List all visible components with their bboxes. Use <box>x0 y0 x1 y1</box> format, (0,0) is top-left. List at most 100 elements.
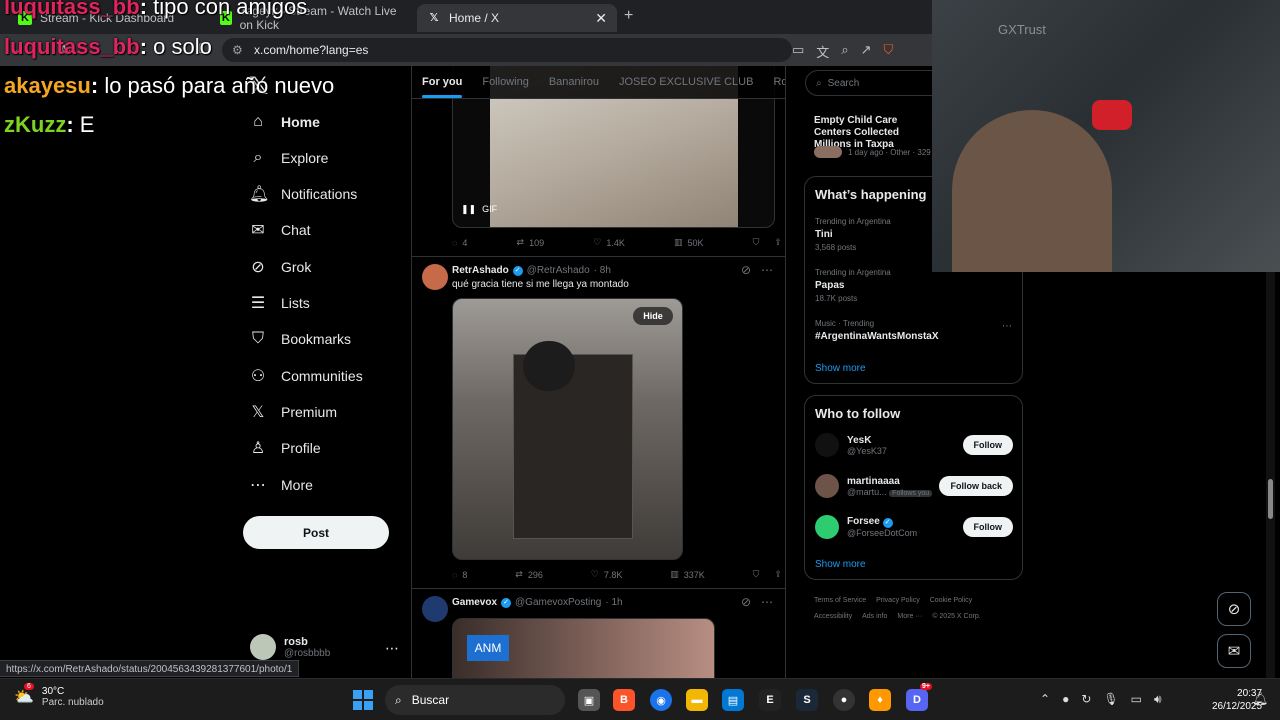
tweet-photo[interactable]: Hide <box>452 298 683 560</box>
grok-fab[interactable]: ⊘ <box>1217 592 1251 626</box>
footer-link[interactable]: Terms of Service <box>814 597 866 604</box>
author-handle[interactable]: @GamevoxPosting <box>515 597 601 608</box>
views-button[interactable]: ▥ 50K <box>674 237 704 248</box>
like-button[interactable]: ♡ 7.8K <box>591 569 623 580</box>
url-field[interactable]: ⚙ x.com/home?lang=es <box>222 38 792 62</box>
scrollbar-thumb[interactable] <box>1268 479 1273 519</box>
nav-lists[interactable]: ☰ Lists <box>249 292 310 314</box>
brave-icon[interactable]: B <box>613 689 635 711</box>
follow-button[interactable]: Follow <box>962 435 1013 455</box>
footer-link[interactable]: Accessibility <box>814 613 852 620</box>
start-button[interactable] <box>353 690 373 710</box>
footer-link[interactable]: Ads info <box>862 613 887 620</box>
nav-communities[interactable]: ⚇ Communities <box>249 365 363 387</box>
nav-explore[interactable]: ⌕ Explore <box>249 147 329 169</box>
tab-joseo[interactable]: JOSEO EXCLUSIVE CLUB <box>609 66 764 98</box>
discord-icon[interactable]: D 9+ <box>906 683 932 711</box>
footer-link[interactable]: More ··· <box>897 613 922 620</box>
network-icon[interactable]: ▭ <box>1131 692 1142 707</box>
taskbar-search[interactable]: ⌕ Buscar <box>385 685 565 715</box>
more-icon[interactable]: ⋯ <box>1002 321 1012 332</box>
grok-icon[interactable]: ⊘ <box>741 263 751 277</box>
translate-icon[interactable]: 文 <box>816 42 829 61</box>
tweet-photo[interactable]: ANM <box>452 618 715 678</box>
file-explorer-icon[interactable]: ▬ <box>686 689 708 711</box>
views-button[interactable]: ▥ 337K <box>670 569 705 580</box>
share-icon[interactable]: ⇪ <box>774 237 782 248</box>
share-icon[interactable]: ⇪ <box>774 569 782 580</box>
messages-fab[interactable]: ✉ <box>1217 634 1251 668</box>
bookmark-icon[interactable]: ⛉ <box>753 237 760 248</box>
nav-premium[interactable]: 𝕏 Premium <box>249 401 337 423</box>
chrome-icon[interactable]: ◉ <box>650 689 672 711</box>
chevron-up-icon[interactable]: ⌃ <box>1040 692 1050 707</box>
search-input[interactable]: ⌕ Search <box>805 70 945 96</box>
bookmark-icon[interactable]: ⛉ <box>753 569 760 580</box>
task-view-icon[interactable]: ▣ <box>578 689 600 711</box>
weather-widget[interactable]: ⛅ 6 30°C Parc. nublado <box>14 683 104 708</box>
follow-suggestion[interactable]: YesK @YesK37 Follow <box>815 433 1013 457</box>
nav-home[interactable]: ⌂ Home <box>249 111 320 133</box>
steam-icon[interactable]: S <box>796 689 818 711</box>
follow-suggestion[interactable]: Forsee ✓ @ForseeDotCom Follow <box>815 515 1013 539</box>
hide-button[interactable]: Hide <box>633 307 673 325</box>
follow-button[interactable]: Follow <box>962 517 1013 537</box>
tab-bananirou[interactable]: Bananirou <box>539 66 609 98</box>
grok-icon[interactable]: ⊘ <box>741 595 751 609</box>
nav-grok[interactable]: ⊘ Grok <box>249 256 311 278</box>
footer-link[interactable]: Cookie Policy <box>930 597 972 604</box>
zoom-icon[interactable]: ⌕ <box>841 42 848 61</box>
reply-button[interactable]: ◌ 8 <box>452 569 467 580</box>
tweet-time[interactable]: · 1h <box>605 597 622 608</box>
share-icon[interactable]: ↗ <box>861 42 872 61</box>
repost-button[interactable]: ⇄ 109 <box>517 237 545 248</box>
follow-suggestion[interactable]: martinaaaa @martu... Follows you Follow … <box>815 474 1013 498</box>
trend-item[interactable]: Music · Trending #ArgentinaWantsMonstaX <box>815 319 939 345</box>
pause-icon[interactable]: ❚❚ <box>461 204 476 215</box>
nav-profile[interactable]: ♙ Profile <box>249 437 321 459</box>
trend-item[interactable]: Trending in Argentina Papas 18.7K posts <box>815 268 891 303</box>
site-settings-icon[interactable]: ⚙ <box>232 43 243 57</box>
mic-icon[interactable]: 🎙︎ <box>1103 692 1118 707</box>
nav-notifications[interactable]: 🔔︎ Notifications <box>249 183 357 205</box>
avatar[interactable] <box>422 596 448 622</box>
like-button[interactable]: ♡ 1.4K <box>593 237 625 248</box>
reply-button[interactable]: ◌ 4 <box>452 237 467 248</box>
follow-back-button[interactable]: Follow back <box>939 476 1013 496</box>
volume-icon[interactable]: 🔊︎ <box>1154 692 1162 707</box>
author-name[interactable]: Gamevox <box>452 597 497 608</box>
store-icon[interactable]: ▤ <box>722 689 744 711</box>
tweet-time[interactable]: · 8h <box>594 265 611 276</box>
obs-icon[interactable]: ● <box>833 689 855 711</box>
author-handle[interactable]: @RetrAshado <box>527 265 590 276</box>
brave-shield-icon[interactable]: ⛉ <box>884 42 894 61</box>
author-name[interactable]: RetrAshado <box>452 265 509 276</box>
footer-link[interactable]: Privacy Policy <box>876 597 920 604</box>
tab-rosb[interactable]: Rosb <box>763 66 785 98</box>
more-icon[interactable]: ⋯ <box>385 640 399 657</box>
show-more-link[interactable]: Show more <box>815 559 866 570</box>
show-more-link[interactable]: Show more <box>815 363 866 374</box>
post-button[interactable]: Post <box>243 516 389 549</box>
nav-chat[interactable]: ✉ Chat <box>249 219 310 241</box>
sync-icon[interactable]: ↻ <box>1081 692 1091 707</box>
notification-icon[interactable]: 🔔︎ <box>1252 691 1269 707</box>
cast-icon[interactable]: ▭ <box>792 42 804 61</box>
tab-following[interactable]: Following <box>472 66 538 98</box>
tab-home-x[interactable]: 𝕏 Home / X ✕ <box>417 4 617 32</box>
avatar[interactable] <box>422 264 448 290</box>
trend-item[interactable]: Trending in Argentina Tini 3,568 posts <box>815 217 891 252</box>
app-icon[interactable]: ♦ <box>869 689 891 711</box>
more-icon[interactable]: ⋯ <box>761 263 773 277</box>
tray-app-icon[interactable]: ● <box>1062 692 1069 707</box>
account-switcher[interactable]: rosb @rosbbbb <box>250 634 330 660</box>
tab-for-you[interactable]: For you <box>412 66 472 98</box>
nav-more[interactable]: ⋯ More <box>249 474 313 496</box>
close-icon[interactable]: ✕ <box>595 10 607 27</box>
mail-icon: ✉ <box>251 222 265 239</box>
more-icon[interactable]: ⋯ <box>761 595 773 609</box>
repost-button[interactable]: ⇄ 296 <box>515 569 543 580</box>
epic-games-icon[interactable]: E <box>759 689 781 711</box>
nav-bookmarks[interactable]: ⛉ Bookmarks <box>249 328 351 350</box>
new-tab-icon[interactable]: + <box>624 7 633 25</box>
